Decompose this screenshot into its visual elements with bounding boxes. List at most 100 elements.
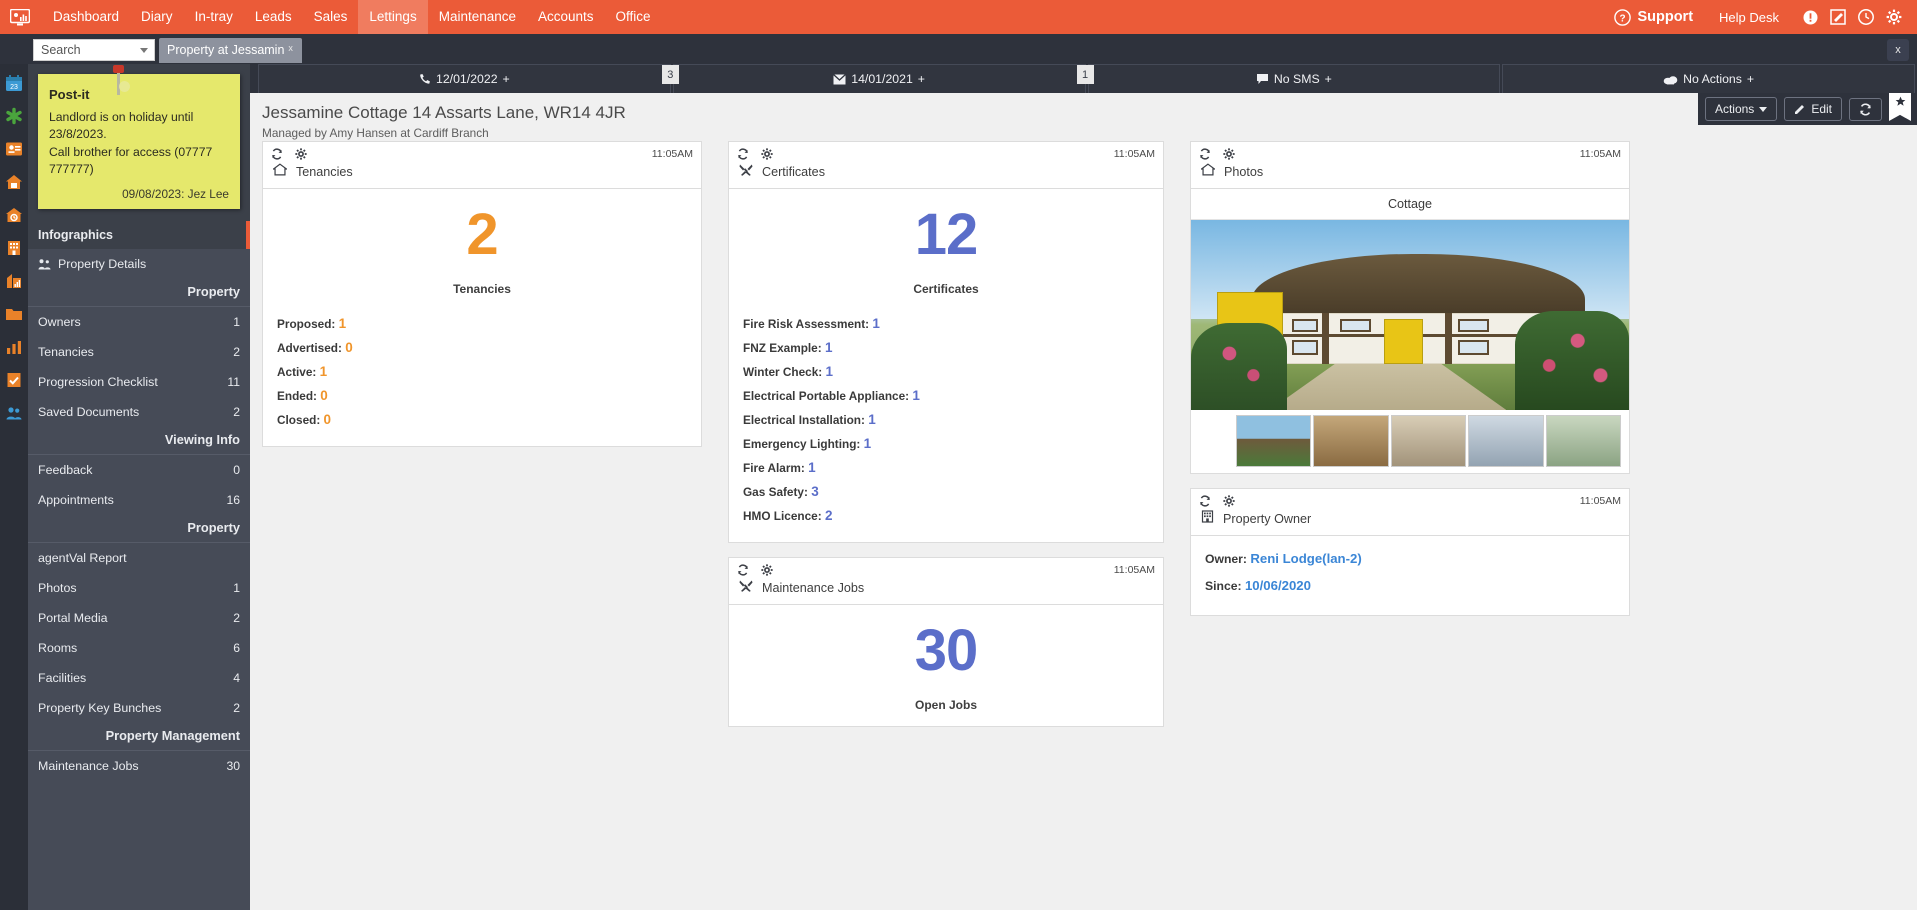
sidebar-group-title-property-1: Property (28, 279, 250, 307)
search-input[interactable]: Search (33, 39, 155, 61)
sidebar-item-count: 2 (233, 345, 240, 359)
gear-icon[interactable] (1881, 4, 1907, 30)
bookmark-star-icon[interactable] (1889, 93, 1913, 125)
actions-button[interactable]: Actions (1704, 97, 1778, 121)
maintenance-total-caption: Open Jobs (914, 697, 977, 712)
refresh-icon[interactable] (271, 148, 283, 160)
nav-item-dashboard[interactable]: Dashboard (42, 0, 130, 34)
comm-tab-actions[interactable]: No Actions + (1502, 64, 1915, 93)
sidebar-item-count: 16 (226, 493, 240, 507)
add-email-icon[interactable]: + (918, 72, 925, 86)
nav-item-sales[interactable]: Sales (303, 0, 359, 34)
gear-icon[interactable] (1223, 495, 1235, 507)
sidebar-item-property-details[interactable]: Property Details (28, 249, 250, 279)
alert-icon[interactable] (1797, 4, 1823, 30)
maintenance-jobs-widget: 11:05AM Maintenance Jobs 30 Open Jobs (728, 556, 1164, 727)
asterisk-icon[interactable] (3, 103, 25, 129)
help-desk-link[interactable]: Help Desk (1719, 10, 1779, 25)
sidebar-item-rooms[interactable]: Rooms 6 (28, 633, 250, 663)
envelope-icon (833, 73, 847, 84)
post-it-signature: 09/08/2023: Jez Lee (122, 187, 229, 201)
chevron-down-icon (1759, 106, 1768, 112)
checkmark-doc-icon[interactable] (3, 367, 25, 393)
house-icon[interactable] (3, 169, 25, 195)
refresh-icon[interactable] (737, 564, 749, 576)
widget-body: 2 Tenancies Proposed: 1 Advertised: 0 Ac… (263, 189, 701, 446)
add-sms-icon[interactable]: + (1325, 72, 1332, 86)
add-action-icon[interactable]: + (1747, 72, 1754, 86)
photo-thumbnail[interactable] (1545, 415, 1622, 467)
photo-thumbnail[interactable] (1236, 415, 1312, 467)
add-call-icon[interactable]: + (503, 72, 510, 86)
house-clock-icon[interactable] (3, 202, 25, 228)
nav-item-in-tray[interactable]: In-tray (184, 0, 244, 34)
chevron-down-icon[interactable] (140, 47, 148, 53)
photo-thumbnail[interactable] (1313, 415, 1389, 467)
refresh-icon[interactable] (737, 148, 749, 160)
building-icon[interactable] (3, 235, 25, 261)
owner-link[interactable]: Reni Lodge(lan-2) (1250, 551, 1361, 566)
stat-value: 0 (323, 411, 332, 427)
gear-icon[interactable] (1223, 148, 1235, 160)
folder-icon[interactable] (3, 301, 25, 327)
sidebar-item-saved-documents[interactable]: Saved Documents 2 (28, 397, 250, 427)
refresh-icon[interactable] (1199, 148, 1211, 160)
people-icon[interactable] (3, 400, 25, 426)
refresh-button[interactable] (1849, 97, 1882, 121)
stat-label: Closed: (277, 412, 321, 427)
since-field: Since: 10/06/2020 (1205, 574, 1615, 601)
close-icon[interactable]: x (288, 44, 293, 53)
sidebar-item-appointments[interactable]: Appointments 16 (28, 485, 250, 515)
sidebar-item-agentval-report[interactable]: agentVal Report (28, 543, 250, 573)
widget-title-row: Maintenance Jobs (729, 579, 1163, 605)
stat-label: Fire Risk Assessment: (743, 316, 870, 331)
refresh-icon[interactable] (1199, 495, 1211, 507)
comm-tab-sms[interactable]: No SMS + (1087, 64, 1501, 93)
sidebar-item-maintenance-jobs[interactable]: Maintenance Jobs 30 (28, 751, 250, 781)
stat-row: Closed: 0 (277, 408, 687, 432)
sidebar-item-feedback[interactable]: Feedback 0 (28, 455, 250, 485)
comm-tab-calls[interactable]: 12/01/2022 + 3 (258, 64, 679, 93)
property-hero-photo[interactable] (1191, 220, 1629, 410)
dashboard-monitor-icon[interactable] (6, 6, 34, 28)
nav-item-accounts[interactable]: Accounts (527, 0, 605, 34)
gear-icon[interactable] (761, 564, 773, 576)
application-body: 23 Post-it Landlord is on holiday until … (0, 64, 1917, 910)
post-it-note[interactable]: Post-it Landlord is on holiday until 23/… (38, 65, 240, 209)
calendar-icon[interactable]: 23 (3, 70, 25, 96)
clock-history-icon[interactable] (1853, 4, 1879, 30)
nav-item-maintenance[interactable]: Maintenance (428, 0, 527, 34)
photo-thumbnail[interactable] (1468, 415, 1544, 467)
gear-icon[interactable] (295, 148, 307, 160)
gear-icon[interactable] (761, 148, 773, 160)
sidebar-item-label: Property Details (58, 257, 147, 271)
sidebar-item-property-key-bunches[interactable]: Property Key Bunches 2 (28, 693, 250, 723)
close-workspace-button[interactable]: x (1887, 39, 1909, 61)
support-button[interactable]: ? Support (1614, 8, 1693, 26)
widget-timestamp: 11:05AM (1579, 495, 1621, 507)
since-value[interactable]: 10/06/2020 (1245, 578, 1311, 593)
sidebar-item-owners[interactable]: Owners 1 (28, 307, 250, 337)
sidebar-item-tenancies[interactable]: Tenancies 2 (28, 337, 250, 367)
stat-label: Electrical Installation: (743, 412, 865, 427)
chart-building-icon[interactable] (3, 268, 25, 294)
sidebar-item-progression-checklist[interactable]: Progression Checklist 11 (28, 367, 250, 397)
edit-button[interactable]: Edit (1784, 97, 1842, 121)
sidebar-item-label: Feedback (38, 463, 93, 477)
widget-timestamp: 11:05AM (651, 148, 693, 160)
open-document-tab[interactable]: Property at Jessamin x (159, 38, 302, 63)
bar-chart-icon[interactable] (3, 334, 25, 360)
nav-item-diary[interactable]: Diary (130, 0, 184, 34)
nav-item-lettings[interactable]: Lettings (358, 0, 428, 34)
nav-item-office[interactable]: Office (605, 0, 662, 34)
edit-note-icon[interactable] (1825, 4, 1851, 30)
sidebar-item-label: Photos (38, 581, 77, 595)
contact-card-icon[interactable] (3, 136, 25, 162)
nav-item-leads[interactable]: Leads (244, 0, 303, 34)
comm-tab-emails[interactable]: 14/01/2021 + 1 (672, 64, 1094, 93)
since-label: Since: (1205, 579, 1242, 593)
sidebar-item-portal-media[interactable]: Portal Media 2 (28, 603, 250, 633)
sidebar-item-photos[interactable]: Photos 1 (28, 573, 250, 603)
photo-thumbnail[interactable] (1390, 415, 1467, 467)
sidebar-item-facilities[interactable]: Facilities 4 (28, 663, 250, 693)
